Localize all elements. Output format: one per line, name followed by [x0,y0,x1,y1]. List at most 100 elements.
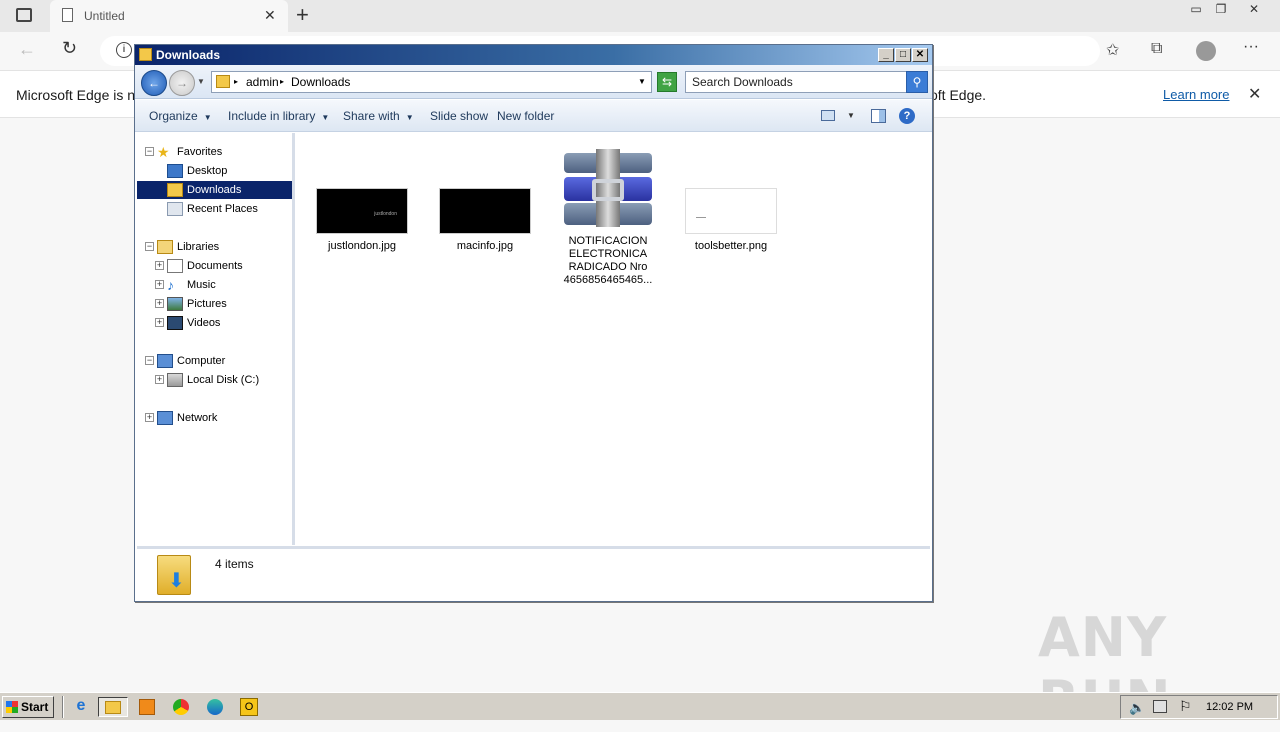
pictures-icon [167,297,183,311]
file-item[interactable]: macinfo.jpg [430,188,540,253]
close-icon[interactable]: ✕ [1242,0,1266,18]
minimize-button[interactable]: _ [878,48,894,62]
file-list-view: justlondon justlondon.jpg macinfo.jpg NO… [297,133,930,545]
new-tab-icon[interactable]: + [296,2,309,28]
slide-show-button[interactable]: Slide show [430,109,488,123]
image-thumbnail [685,188,777,234]
navigation-bar: ← → ▼ ▸ admin ▸ Downloads ▼ ⇆ Search Dow… [135,65,932,99]
action-center-flag-icon[interactable]: ⚐ [1179,698,1192,715]
tree-network[interactable]: + Network [137,409,287,427]
tree-documents[interactable]: + Documents [137,257,287,275]
internet-explorer-icon[interactable]: e [70,697,92,717]
tree-pictures[interactable]: + Pictures [137,295,287,313]
network-icon [157,411,173,425]
collections-icon[interactable]: ⧉ [1151,40,1162,58]
tab-actions-icon[interactable] [16,8,32,22]
tree-label: Desktop [187,165,228,177]
browser-tab[interactable]: Untitled ✕ [50,0,288,32]
learn-more-link[interactable]: Learn more [1163,87,1229,102]
thumbnail-caption: justlondon [374,211,397,217]
search-icon[interactable]: ⚲ [906,71,928,93]
network-tray-icon[interactable] [1153,700,1167,713]
refresh-icon[interactable]: ↻ [62,38,77,59]
media-player-icon[interactable] [136,697,158,717]
expand-icon[interactable]: + [155,318,164,327]
edge-icon[interactable] [204,697,226,717]
view-options-icon[interactable]: ▼ [847,111,855,120]
restore-icon[interactable]: ❐ [1209,0,1233,18]
explorer-task-icon[interactable] [98,697,128,717]
tree-label: Computer [177,355,226,367]
clock[interactable]: 12:02 PM [1206,701,1253,713]
tree-libraries[interactable]: − Libraries [137,238,287,256]
tree-music[interactable]: + ♪ Music [137,276,287,294]
include-in-library-button[interactable]: Include in library ▼ [228,109,329,123]
collapse-icon[interactable]: − [145,356,154,365]
expand-icon[interactable]: + [155,261,164,270]
volume-icon[interactable]: 🔈 [1129,700,1145,716]
downloads-folder-icon: ⬇ [157,555,191,595]
close-button[interactable]: ✕ [912,48,928,62]
recent-places-icon [167,202,183,216]
libraries-icon [157,240,173,254]
new-folder-button[interactable]: New folder [497,109,554,123]
change-view-icon[interactable] [821,110,835,121]
tree-local-disk[interactable]: + Local Disk (C:) [137,371,287,389]
tree-downloads[interactable]: Downloads [137,181,292,199]
tree-videos[interactable]: + Videos [137,314,287,332]
refresh-button[interactable]: ⇆ [657,72,677,92]
address-dropdown-icon[interactable]: ▼ [638,77,646,86]
file-name: macinfo.jpg [456,240,514,252]
help-icon[interactable]: ? [899,108,915,124]
norton-icon[interactable]: O [238,697,260,717]
profile-avatar[interactable] [1196,41,1216,61]
recent-pages-icon[interactable]: ▼ [197,77,205,86]
windows-logo-icon [6,701,18,713]
file-item[interactable]: NOTIFICACION ELECTRONICA RADICADO Nro 46… [553,149,663,287]
page-icon [62,8,73,22]
breadcrumb-downloads[interactable]: Downloads [291,75,350,89]
image-thumbnail: justlondon [316,188,408,234]
minimize-icon[interactable]: ▭ [1184,0,1208,18]
chrome-icon[interactable] [170,697,192,717]
file-item[interactable]: toolsbetter.png [676,188,786,253]
folder-icon [139,48,152,61]
start-button[interactable]: Start [2,696,54,718]
share-with-button[interactable]: Share with ▼ [343,109,414,123]
favorites-icon[interactable]: ✩ [1106,40,1119,60]
close-tab-icon[interactable]: ✕ [264,7,276,24]
breadcrumb-chevron-icon: ▸ [280,77,285,86]
tree-label: Documents [187,260,243,272]
expand-icon[interactable]: + [145,413,154,422]
tree-favorites[interactable]: − ★ Favorites [137,143,287,161]
tree-label: Libraries [177,241,220,253]
forward-button[interactable]: → [169,70,195,96]
dismiss-infobar-icon[interactable]: ✕ [1248,84,1261,104]
tree-computer[interactable]: − Computer [137,352,287,370]
breadcrumb-admin[interactable]: admin [246,75,279,89]
maximize-button[interactable]: □ [895,48,911,62]
file-name-line: ELECTRONICA [568,248,648,260]
back-button[interactable]: ← [141,70,167,96]
search-input[interactable]: Search Downloads [685,71,907,93]
more-icon[interactable]: ··· [1243,38,1259,56]
organize-button[interactable]: Organize ▼ [149,109,212,123]
tree-label: Local Disk (C:) [187,374,260,386]
collapse-icon[interactable]: − [145,147,154,156]
tree-desktop[interactable]: Desktop [137,162,287,180]
file-item[interactable]: justlondon justlondon.jpg [307,188,417,253]
command-bar: Organize ▼ Include in library ▼ Share with… [135,100,932,132]
collapse-icon[interactable]: − [145,242,154,251]
organize-label: Organize [149,109,198,123]
details-pane: ⬇ 4 items [137,546,930,600]
navigation-pane: − ★ Favorites Desktop Downloads Recent P… [137,133,295,545]
expand-icon[interactable]: + [155,299,164,308]
expand-icon[interactable]: + [155,375,164,384]
preview-pane-icon[interactable] [871,109,886,123]
tree-recent-places[interactable]: Recent Places [137,200,287,218]
winrar-archive-icon [562,149,654,229]
address-breadcrumb[interactable]: ▸ admin ▸ Downloads ▼ [211,71,652,93]
back-icon[interactable]: ← [18,39,36,60]
window-title-bar[interactable]: Downloads _ □ ✕ [135,45,932,65]
expand-icon[interactable]: + [155,280,164,289]
